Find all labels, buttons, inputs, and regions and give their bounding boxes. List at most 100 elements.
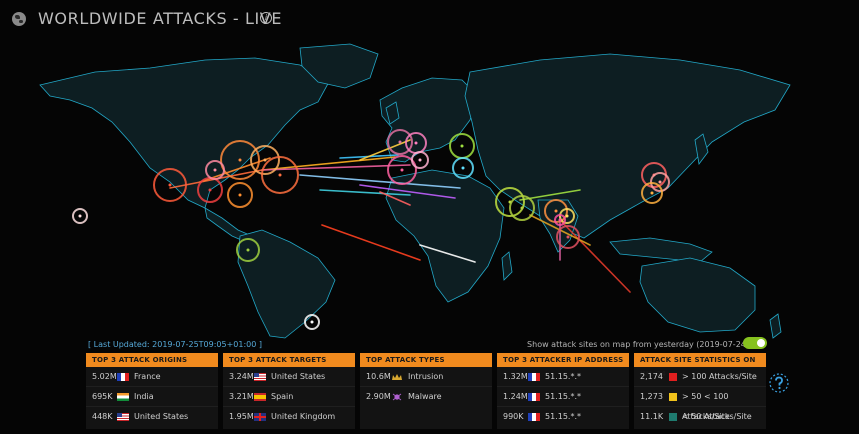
panel-top-attack-types: TOP ATTACK TYPES 10.6M Intrusion 2.90M M… — [360, 353, 492, 429]
france-flag-icon — [528, 393, 540, 401]
table-row: 448K United States — [86, 407, 218, 427]
united-states-flag-icon — [117, 413, 129, 421]
info-icon[interactable]: i — [260, 12, 272, 24]
africa — [385, 169, 505, 303]
help-icon[interactable] — [768, 372, 790, 394]
legend-swatch-teal — [669, 413, 677, 421]
table-row: 2,174 > 100 Attacks/Site — [634, 367, 766, 387]
attack-site-dot — [650, 191, 654, 195]
table-row: 990K 51.15.*.* — [497, 407, 629, 427]
last-updated-text: [ Last Updated: 2019-07-25T09:05+01:00 ] — [88, 340, 263, 349]
spain-flag-icon — [254, 393, 266, 401]
madagascar — [501, 251, 513, 281]
row-label: United Kingdom — [271, 412, 336, 421]
row-label: India — [134, 392, 154, 401]
row-label: 51.15.*.* — [545, 372, 581, 381]
australia — [639, 257, 756, 333]
attack-site-dot — [398, 140, 402, 144]
row-label: Spain — [271, 392, 294, 401]
table-row: 2.90M Malware — [360, 387, 492, 407]
table-row: 11.1K < 50 Attacks/Site — [634, 407, 766, 427]
attack-site-dot — [558, 218, 562, 222]
table-row: 3.24M United States — [223, 367, 355, 387]
attack-site-dot — [278, 173, 282, 177]
row-value: 3.21M — [229, 392, 254, 401]
table-row: 5.02M France — [86, 367, 218, 387]
panel-title: TOP 3 ATTACK TARGETS — [223, 353, 355, 367]
united-states-flag-icon — [254, 373, 266, 381]
row-value: 5.02M — [92, 372, 117, 381]
legend-swatch-yellow — [669, 393, 677, 401]
row-value: 695K — [92, 392, 113, 401]
globe-icon — [12, 12, 26, 26]
table-row: 1,273 > 50 < 100 Attacks/Site — [634, 387, 766, 421]
table-row: 1.95M United Kingdom — [223, 407, 355, 427]
panel-title: TOP 3 ATTACK ORIGINS — [86, 353, 218, 367]
attack-site-dot — [461, 166, 465, 170]
row-label: 51.15.*.* — [545, 412, 581, 421]
row-label: 51.15.*.* — [545, 392, 581, 401]
southeast-asia-islands — [609, 237, 713, 263]
attack-site-dot — [208, 188, 212, 192]
attack-site-dot — [658, 180, 662, 184]
panel-title: TOP 3 ATTACKER IP ADDRESS — [497, 353, 629, 367]
attack-site-dot — [168, 183, 172, 187]
attack-site-dot — [238, 193, 242, 197]
panel-top-attack-origins: TOP 3 ATTACK ORIGINS 5.02M France 695K I… — [86, 353, 218, 429]
attack-site-dot — [263, 158, 267, 162]
row-value: 11.1K — [640, 412, 664, 421]
row-label: United States — [134, 412, 189, 421]
table-row: 1.24M 51.15.*.* — [497, 387, 629, 407]
legend-swatch-red — [669, 373, 677, 381]
asia — [464, 53, 791, 239]
panel-title: TOP ATTACK TYPES — [360, 353, 492, 367]
malware-icon — [392, 393, 402, 401]
show-attacks-toggle[interactable] — [743, 337, 767, 349]
panel-title: ATTACK SITE STATISTICS ON JUL 24 — [634, 353, 766, 378]
france-flag-icon — [117, 373, 129, 381]
india-flag-icon — [117, 393, 129, 401]
table-row: 3.21M Spain — [223, 387, 355, 407]
attack-arc — [321, 224, 421, 261]
attack-site-dot — [238, 158, 242, 162]
panel-top-attacker-ip: TOP 3 ATTACKER IP ADDRESS 1.32M 51.15.*.… — [497, 353, 629, 429]
attack-site-dot — [78, 214, 82, 218]
intrusion-icon — [392, 374, 402, 380]
table-row: 10.6M Intrusion — [360, 367, 492, 387]
row-label: Malware — [408, 392, 442, 401]
attack-site-dot — [310, 320, 314, 324]
attack-site-dot — [554, 209, 558, 213]
page-title: WORLDWIDE ATTACKS - LIVE — [38, 9, 283, 28]
row-value: 990K — [503, 412, 524, 421]
table-row: 695K India — [86, 387, 218, 407]
row-value: 1.32M — [503, 372, 528, 381]
attack-site-dot — [520, 206, 524, 210]
toggle-knob[interactable] — [757, 339, 765, 347]
row-label: < 50 Attacks/Site — [682, 412, 752, 421]
row-value: 3.24M — [229, 372, 254, 381]
attack-site-dot — [246, 248, 250, 252]
panel-attack-site-statistics: ATTACK SITE STATISTICS ON JUL 24 2,174 >… — [634, 353, 766, 429]
row-label: France — [134, 372, 161, 381]
attack-site-dot — [414, 141, 418, 145]
row-value: 2,174 — [640, 372, 663, 381]
row-label: United States — [271, 372, 326, 381]
world-map — [39, 43, 791, 339]
france-flag-icon — [528, 373, 540, 381]
row-value: 2.90M — [366, 392, 391, 401]
attack-site-dot — [566, 235, 570, 239]
row-value: 1.24M — [503, 392, 528, 401]
land-masses — [39, 43, 791, 339]
table-row: 1.32M 51.15.*.* — [497, 367, 629, 387]
row-value: 10.6M — [366, 372, 391, 381]
panel-top-attack-targets: TOP 3 ATTACK TARGETS 3.24M United States… — [223, 353, 355, 429]
united-kingdom-flag-icon — [254, 413, 266, 421]
row-value: 1.95M — [229, 412, 254, 421]
row-value: 448K — [92, 412, 113, 421]
attack-site-dot — [418, 158, 422, 162]
attack-site-dot — [400, 168, 404, 172]
south-america — [237, 229, 336, 339]
row-value: 1,273 — [640, 392, 663, 401]
row-label: > 100 Attacks/Site — [682, 372, 757, 381]
new-zealand — [769, 313, 782, 339]
